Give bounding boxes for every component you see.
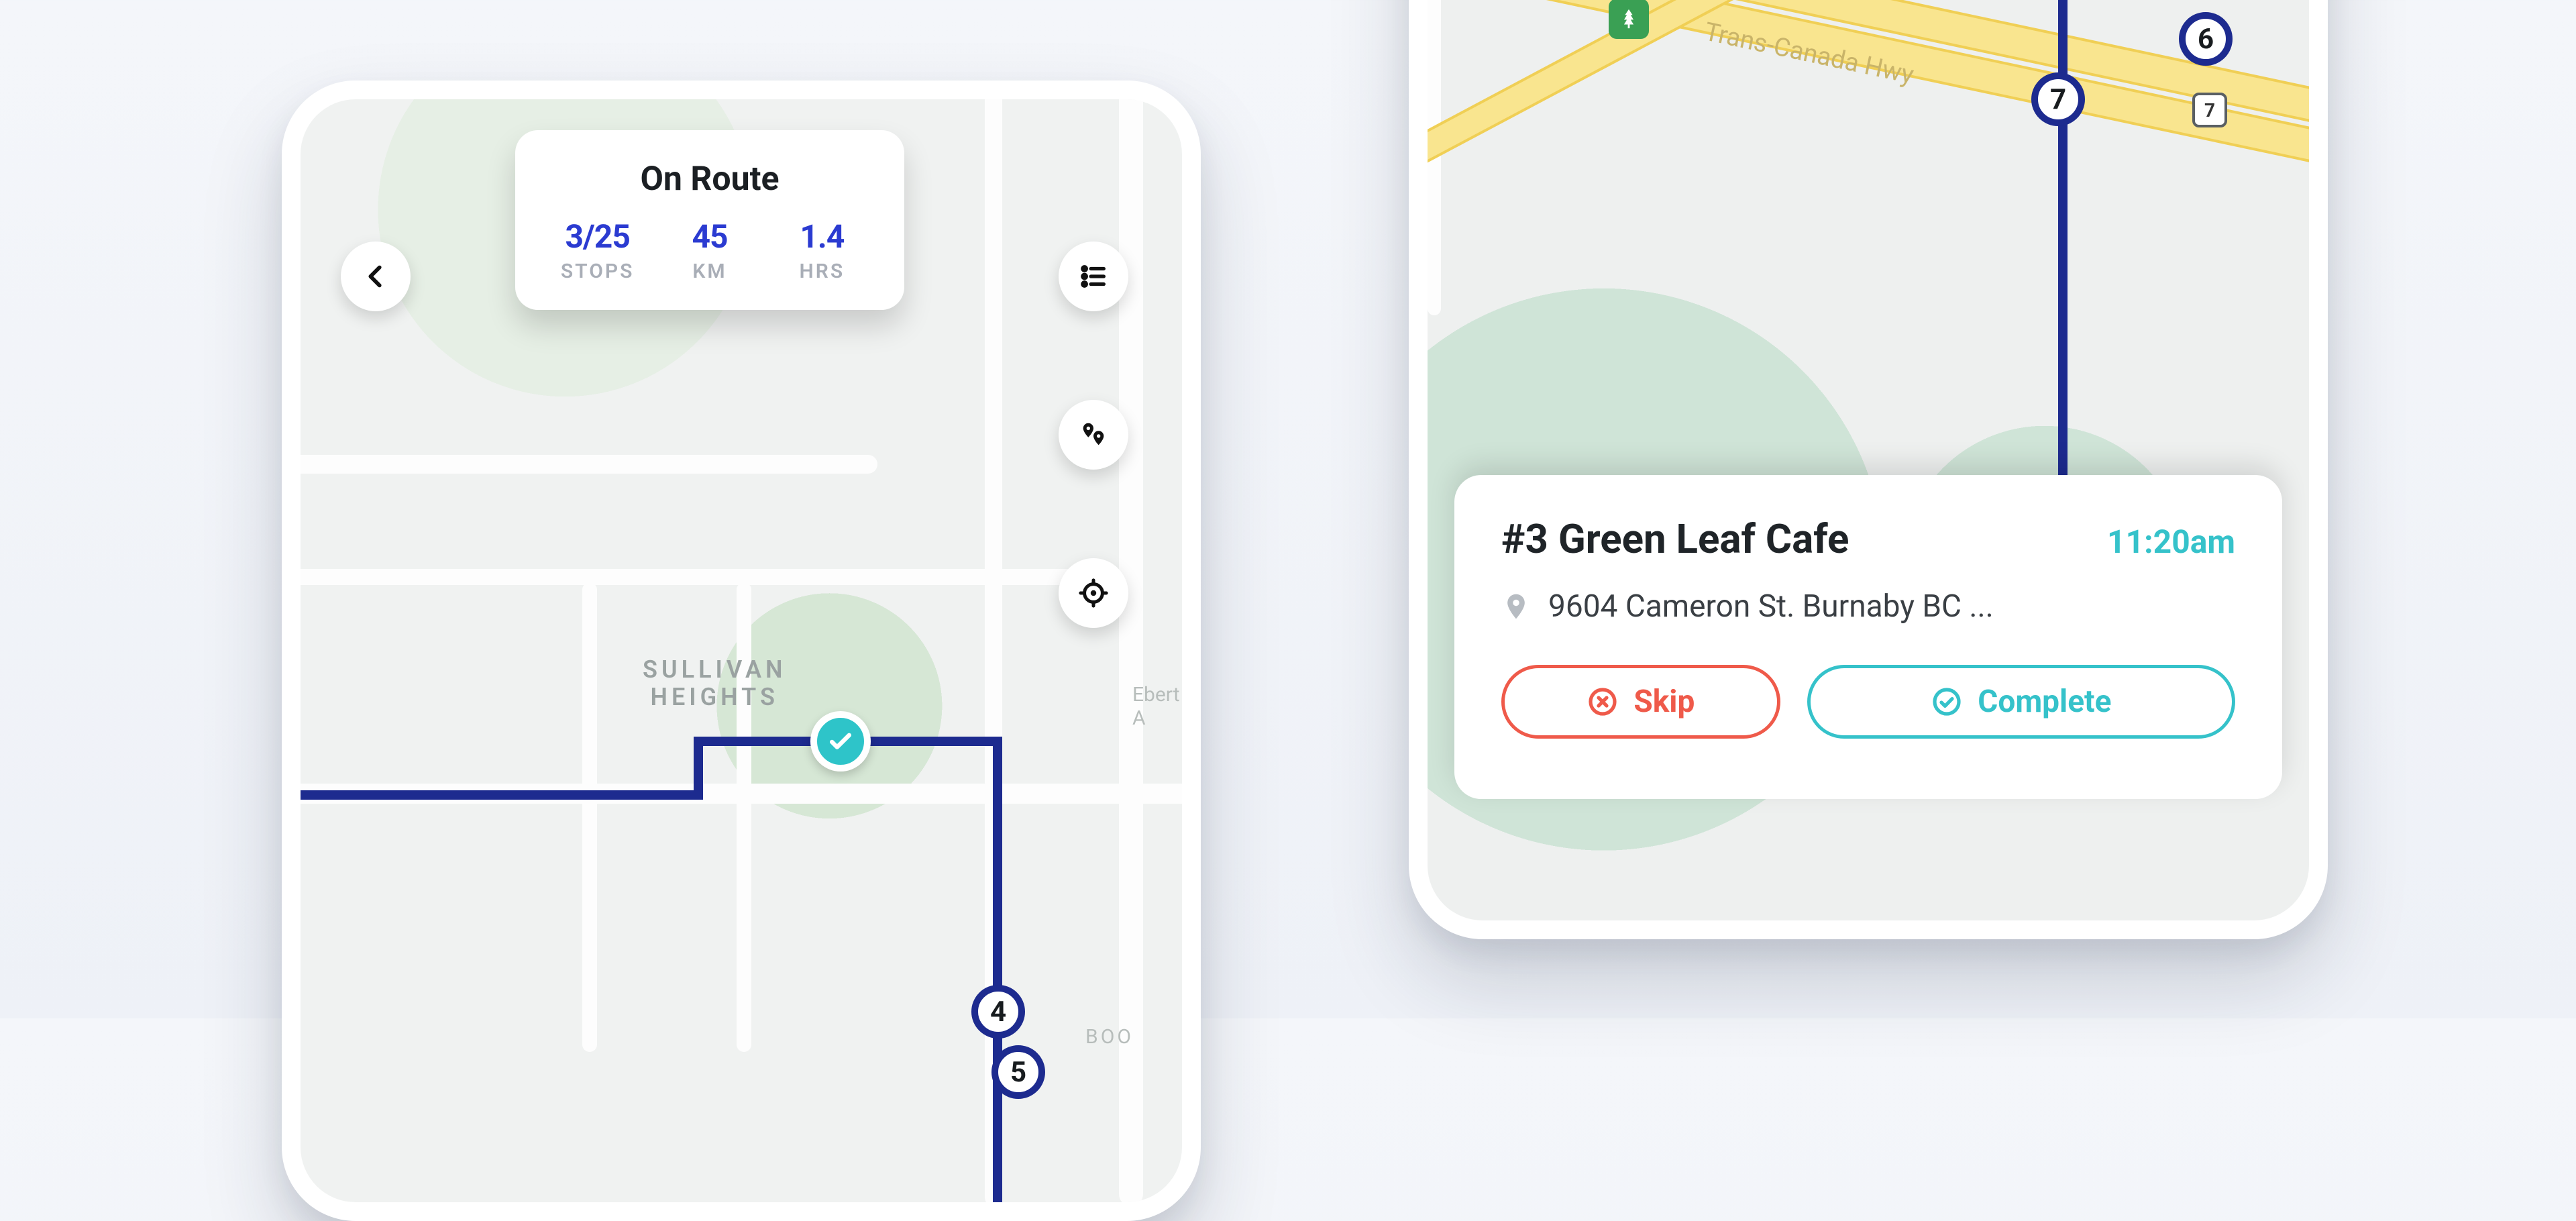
route-summary-card: On Route 3/25 STOPS 45 KM 1.4 HRS <box>515 130 904 310</box>
route-segment <box>694 737 703 800</box>
stop-detail-card: #3 Green Leaf Cafe 11:20am 9604 Cameron … <box>1454 475 2282 799</box>
crosshair-icon <box>1078 578 1109 608</box>
route-segment <box>993 737 1002 1206</box>
pins-icon <box>1078 419 1109 450</box>
stop-marker-6[interactable]: 6 <box>2179 12 2233 66</box>
map-area-label: SULLIVAN HEIGHTS <box>643 656 786 712</box>
stop-marker-7[interactable]: 7 <box>2031 72 2085 126</box>
route-segment <box>282 790 703 800</box>
stops-button[interactable] <box>1059 400 1128 470</box>
skip-button[interactable]: Skip <box>1501 665 1780 739</box>
complete-button[interactable]: Complete <box>1807 665 2235 739</box>
list-icon <box>1078 261 1109 292</box>
stop-marker-5[interactable]: 5 <box>991 1045 1045 1099</box>
stat-km-value: 45 <box>663 217 755 256</box>
stat-km: 45 KM <box>663 217 755 283</box>
stop-eta: 11:20am <box>2107 523 2235 561</box>
stat-stops: 3/25 STOPS <box>551 217 643 283</box>
stat-stops-label: STOPS <box>551 260 643 283</box>
recenter-button[interactable] <box>1059 558 1128 628</box>
complete-label: Complete <box>1978 684 2111 720</box>
route-shield-7: 7 <box>2192 93 2227 127</box>
tree-icon <box>1617 7 1640 30</box>
stat-hrs-value: 1.4 <box>776 217 868 256</box>
stop-address: 9604 Cameron St. Burnaby BC ... <box>1548 588 1994 625</box>
phone-right: Trans-Canada Hwy 6 7 7 #3 Green Leaf Caf… <box>1409 0 2328 939</box>
phone-left: SULLIVAN HEIGHTS Ebert A BOO 4 5 <box>282 81 1201 1221</box>
map-edge-label: Ebert A <box>1132 683 1182 730</box>
x-circle-icon <box>1587 686 1619 718</box>
park-icon <box>1609 0 1649 39</box>
skip-label: Skip <box>1633 684 1695 720</box>
stat-km-label: KM <box>663 260 755 283</box>
stop-marker-4[interactable]: 4 <box>971 985 1025 1039</box>
current-location-marker[interactable] <box>810 711 871 772</box>
route-card-title: On Route <box>551 160 868 199</box>
list-button[interactable] <box>1059 242 1128 311</box>
back-button[interactable] <box>341 242 411 311</box>
stat-hrs: 1.4 HRS <box>776 217 868 283</box>
stat-hrs-label: HRS <box>776 260 868 283</box>
stop-title: #3 Green Leaf Cafe <box>1501 515 1849 563</box>
check-icon <box>826 727 855 756</box>
stat-stops-value: 3/25 <box>551 217 643 256</box>
location-pin-icon <box>1501 592 1531 621</box>
map-boo-label: BOO <box>1085 1025 1134 1049</box>
route-stats: 3/25 STOPS 45 KM 1.4 HRS <box>551 217 868 283</box>
chevron-left-icon <box>360 261 391 292</box>
check-circle-icon <box>1931 686 1963 718</box>
